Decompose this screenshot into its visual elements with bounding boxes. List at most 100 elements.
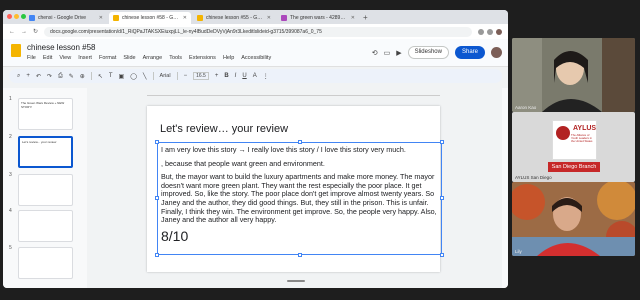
text-color-icon[interactable]: A xyxy=(253,73,257,79)
tab-title: chinese lesson #55 - Google xyxy=(206,15,264,21)
speaker-notes-handle[interactable] xyxy=(287,280,305,282)
menu-help[interactable]: Help xyxy=(223,55,234,61)
new-tab-button[interactable]: + xyxy=(363,12,368,24)
menu-file[interactable]: File xyxy=(27,55,36,61)
participant-name: AYLUS San Diego xyxy=(515,175,552,180)
slide-thumbnail-4[interactable] xyxy=(18,210,73,242)
participant-tile-2[interactable]: AYLUS The Alliance of Youth Leaders in t… xyxy=(512,112,635,182)
close-window-button[interactable] xyxy=(7,14,12,19)
resize-handle[interactable] xyxy=(155,253,159,257)
reload-icon[interactable]: ↻ xyxy=(33,28,38,35)
image-icon[interactable]: ▣ xyxy=(119,73,125,80)
extensions xyxy=(478,28,502,35)
menu-arrange[interactable]: Arrange xyxy=(143,55,163,61)
video-participants: Aaron Kao AYLUS The Alliance of Youth Le… xyxy=(512,0,640,300)
italic-icon[interactable]: I xyxy=(235,73,237,79)
history-icon[interactable]: ⟲ xyxy=(372,49,378,57)
editor-area: 1 The Green Wars Review + NEW STORY! 2 L… xyxy=(3,88,508,288)
underline-icon[interactable]: U xyxy=(242,73,246,79)
address-bar-row: ← → ↻ docs.google.com/presentation/d/1_R… xyxy=(3,24,508,39)
search-menus-icon[interactable]: ⌕ xyxy=(17,73,20,80)
slide-number: 1 xyxy=(9,96,12,102)
slide-thumbnail-3[interactable] xyxy=(18,174,73,206)
window-controls[interactable] xyxy=(7,14,26,19)
menu-insert[interactable]: Insert xyxy=(78,55,92,61)
slide-title[interactable]: Let's review… your review xyxy=(160,123,288,135)
menu-format[interactable]: Format xyxy=(99,55,116,61)
close-tab-icon[interactable]: ✕ xyxy=(99,15,103,21)
profile-avatar[interactable] xyxy=(496,28,502,35)
site-icon xyxy=(281,15,287,21)
account-avatar[interactable] xyxy=(491,47,502,58)
participant-tile-3[interactable]: Lily xyxy=(512,182,635,256)
close-tab-icon[interactable]: ✕ xyxy=(351,15,355,21)
resize-handle[interactable] xyxy=(440,140,444,144)
menu-slide[interactable]: Slide xyxy=(123,55,135,61)
slideshow-button[interactable]: Slideshow xyxy=(407,46,449,59)
menu-tools[interactable]: Tools xyxy=(169,55,182,61)
selected-text-box[interactable]: I am very love this story → I really lov… xyxy=(155,140,444,257)
close-tab-icon[interactable]: ✕ xyxy=(183,15,187,21)
tab-lesson-55[interactable]: chinese lesson #55 - Google ✕ xyxy=(193,12,275,24)
shape-icon[interactable]: ◯ xyxy=(130,73,137,80)
bold-icon[interactable]: B xyxy=(224,73,228,79)
menu-bar: File Edit View Insert Format Slide Arran… xyxy=(27,55,271,61)
drive-icon xyxy=(29,15,35,21)
tab-drive[interactable]: chenxi - Google Drive ✕ xyxy=(25,12,107,24)
close-tab-icon[interactable]: ✕ xyxy=(267,15,271,21)
participant-tile-1[interactable]: Aaron Kao xyxy=(512,38,635,112)
maximize-window-button[interactable] xyxy=(21,14,26,19)
slide-line-2[interactable]: , because that people want green and env… xyxy=(161,159,438,169)
tab-lesson-58[interactable]: chinese lesson #58 - Google ✕ xyxy=(109,12,191,24)
aylus-logo: AYLUS The Alliance of Youth Leaders in t… xyxy=(552,120,597,160)
line-icon[interactable]: ╲ xyxy=(143,73,147,80)
slide-paragraph[interactable]: But, the mayor want to build the luxury … xyxy=(161,172,438,225)
text-box-icon[interactable]: T xyxy=(109,73,113,79)
paint-format-icon[interactable]: ✎ xyxy=(69,73,74,80)
slide-thumbnail-5[interactable] xyxy=(18,247,73,279)
more-icon[interactable]: ⋮ xyxy=(263,73,269,80)
select-icon[interactable]: ↖ xyxy=(98,73,103,80)
header-actions: ⟲ ▭ ▶ Slideshow Share xyxy=(372,46,502,59)
minimize-window-button[interactable] xyxy=(14,14,19,19)
divider xyxy=(90,72,92,80)
slides-icon xyxy=(113,15,119,21)
slide-thumbnail-2[interactable]: Let's review... your review xyxy=(18,136,73,168)
slide-thumbnail-1[interactable]: The Green Wars Review + NEW STORY! xyxy=(18,98,73,130)
slide-line-1[interactable]: I am very love this story → I really lov… xyxy=(161,145,438,155)
url-input[interactable]: docs.google.com/presentation/d/1_RiQPaJT… xyxy=(44,26,472,37)
font-size-input[interactable]: 16.5 xyxy=(193,72,209,80)
slide-score[interactable]: 8/10 xyxy=(161,228,438,244)
slides-logo-icon[interactable] xyxy=(11,44,21,57)
undo-icon[interactable]: ↶ xyxy=(36,73,41,80)
aylus-subtitle: The Alliance of Youth Leaders in the Uni… xyxy=(571,133,593,143)
current-slide[interactable]: Let's review… your review I am very love… xyxy=(147,106,444,272)
zoom-icon[interactable]: ⊕ xyxy=(80,73,85,80)
redo-icon[interactable]: ↷ xyxy=(47,73,52,80)
font-select[interactable]: Arial xyxy=(160,73,171,79)
video-call-icon[interactable]: ▶ xyxy=(396,49,401,57)
extension-icon[interactable] xyxy=(478,28,484,35)
print-icon[interactable]: ⎙ xyxy=(58,73,63,80)
share-button[interactable]: Share xyxy=(454,46,485,59)
tab-green-wars[interactable]: The green wars - 42891 [aw ✕ xyxy=(277,12,359,24)
increase-font-icon[interactable]: + xyxy=(215,73,219,79)
resize-handle[interactable] xyxy=(440,253,444,257)
resize-handle[interactable] xyxy=(440,196,444,200)
browser-window: chenxi - Google Drive ✕ chinese lesson #… xyxy=(3,10,508,288)
menu-extensions[interactable]: Extensions xyxy=(189,55,216,61)
decrease-font-icon[interactable]: − xyxy=(184,73,188,79)
extension-icon[interactable] xyxy=(487,28,493,35)
forward-icon[interactable]: → xyxy=(21,29,27,35)
resize-handle[interactable] xyxy=(298,140,302,144)
comment-icon[interactable]: ▭ xyxy=(384,49,391,57)
menu-edit[interactable]: Edit xyxy=(43,55,52,61)
back-icon[interactable]: ← xyxy=(9,29,15,35)
menu-accessibility[interactable]: Accessibility xyxy=(241,55,271,61)
menu-view[interactable]: View xyxy=(59,55,71,61)
document-title[interactable]: chinese lesson #58 xyxy=(27,43,96,52)
resize-handle[interactable] xyxy=(155,140,159,144)
resize-handle[interactable] xyxy=(155,196,159,200)
resize-handle[interactable] xyxy=(298,253,302,257)
add-icon[interactable]: + xyxy=(26,73,30,79)
